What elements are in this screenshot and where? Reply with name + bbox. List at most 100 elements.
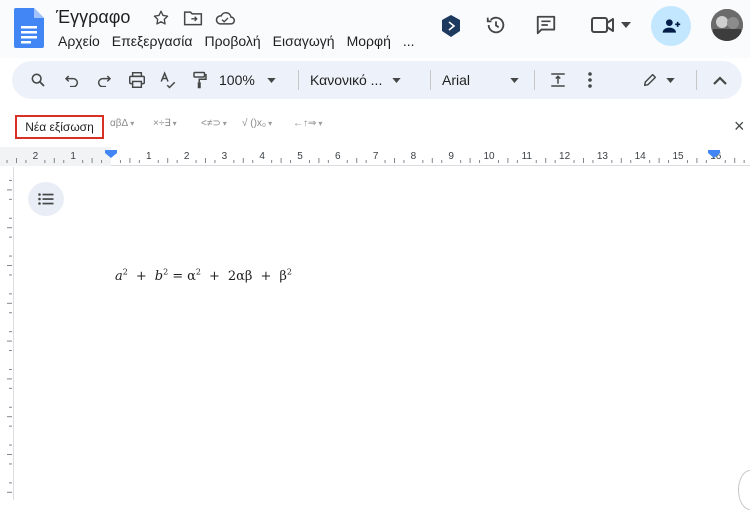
menu-edit[interactable]: Επεξεργασία <box>112 33 193 49</box>
equation-power: β2 <box>279 268 292 285</box>
search-menus-icon[interactable] <box>26 61 50 99</box>
cloud-saved-icon[interactable] <box>214 8 236 28</box>
title-bar: Έγγραφο Αρχείο Επεξεργασία Προβολή Εισαγ… <box>0 0 750 58</box>
ruler-label: 2 <box>33 151 39 162</box>
ruler-label: 8 <box>411 151 417 162</box>
equation-exponent: 2 <box>163 268 169 277</box>
ruler-label: 13 <box>597 151 609 162</box>
ruler-label: 3 <box>222 151 228 162</box>
editing-mode-button[interactable] <box>638 61 678 99</box>
chevron-down-icon <box>510 77 519 83</box>
line-spacing-icon[interactable] <box>546 61 570 99</box>
menu-file[interactable]: Αρχείο <box>58 33 100 49</box>
equation-operator: + <box>260 269 272 285</box>
horizontal-ruler[interactable]: 2112345678910111213141516 <box>0 147 750 166</box>
ruler-label: 1 <box>70 151 76 162</box>
spellcheck-icon[interactable] <box>156 61 180 99</box>
style-value: Κανονικό ... <box>310 72 383 88</box>
extension-icon[interactable] <box>440 14 462 38</box>
equation-operator: + <box>208 269 220 285</box>
equation-term: 2αβ <box>227 269 253 285</box>
ruler-ticks: 2112345678910111213141516 <box>0 147 745 166</box>
document-outline-button[interactable] <box>28 182 64 216</box>
zoom-value: 100% <box>219 72 255 88</box>
ruler-label: 14 <box>635 151 647 162</box>
math-operators-menu[interactable]: √ ()x₀ ▾ <box>242 118 272 129</box>
chevron-down-icon <box>665 77 675 83</box>
share-button[interactable] <box>651 6 691 46</box>
close-equation-toolbar-icon[interactable]: × <box>734 116 745 137</box>
zoom-select[interactable]: 100% <box>219 61 289 99</box>
font-select[interactable]: Arial <box>442 61 522 99</box>
menu-format[interactable]: Μορφή <box>347 33 391 49</box>
docs-logo-icon[interactable] <box>14 8 44 48</box>
print-icon[interactable] <box>125 61 149 99</box>
greek-letters-menu[interactable]: αβΔ ▾ <box>110 118 134 129</box>
ruler-left-margin <box>0 147 111 166</box>
arrows-label: ←↑⇒ <box>293 118 317 129</box>
equation[interactable]: a2 + b2 = α2 +2αβ + β2 <box>113 268 294 284</box>
arrows-menu[interactable]: ←↑⇒ ▾ <box>293 118 322 129</box>
version-history-icon[interactable] <box>484 13 508 37</box>
equation-exponent: 2 <box>195 268 201 277</box>
ruler-label: 15 <box>672 151 684 162</box>
chevron-down-icon: ▾ <box>318 119 323 128</box>
star-icon[interactable] <box>150 8 172 28</box>
document-page[interactable] <box>15 167 750 500</box>
equation-base: β <box>279 269 287 285</box>
chevron-down-icon <box>267 77 276 83</box>
menu-more[interactable]: ... <box>403 33 415 49</box>
comments-icon[interactable] <box>534 13 558 37</box>
menu-insert[interactable]: Εισαγωγή <box>273 33 335 49</box>
ruler-label: 1 <box>146 151 152 162</box>
ruler-label: 9 <box>448 151 454 162</box>
equation-base: a <box>115 269 123 285</box>
ruler-label: 2 <box>184 151 190 162</box>
menu-bar: Αρχείο Επεξεργασία Προβολή Εισαγωγή Μορφ… <box>58 33 415 49</box>
collapse-menus-icon[interactable] <box>708 61 732 99</box>
meet-button[interactable] <box>588 14 634 36</box>
chevron-down-icon: ▾ <box>222 119 227 128</box>
ruler-label: 10 <box>483 151 495 162</box>
menu-view[interactable]: Προβολή <box>204 33 260 49</box>
ruler-label: 12 <box>559 151 571 162</box>
document-title[interactable]: Έγγραφο <box>56 7 130 28</box>
add-person-icon <box>662 19 681 33</box>
more-options-icon[interactable] <box>578 61 602 99</box>
ruler-label: 4 <box>259 151 265 162</box>
equation-power: b2 <box>154 268 169 285</box>
paint-format-icon[interactable] <box>188 61 212 99</box>
style-select[interactable]: Κανονικό ... <box>310 61 420 99</box>
vertical-ruler[interactable] <box>0 167 14 500</box>
ruler-label: 6 <box>335 151 341 162</box>
equation-power: α2 <box>187 268 201 285</box>
main-toolbar: 100% Κανονικό ... Arial <box>12 61 742 99</box>
math-operators-label: √ ()x₀ <box>242 118 267 129</box>
misc-operations-menu[interactable]: ×÷∃ ▾ <box>153 118 177 129</box>
greek-letters-label: αβΔ <box>110 118 129 129</box>
title-icons <box>150 8 236 28</box>
equation-base: α <box>187 269 196 285</box>
equation-operator: + <box>135 269 147 285</box>
pencil-icon <box>643 73 656 87</box>
move-folder-icon[interactable] <box>182 8 204 28</box>
chevron-down-icon <box>392 77 402 83</box>
misc-operations-label: ×÷∃ <box>153 118 171 129</box>
redo-icon[interactable] <box>92 61 116 99</box>
avatar[interactable] <box>711 9 743 41</box>
new-equation-button[interactable]: Νέα εξίσωση <box>15 115 104 139</box>
ruler-label: 7 <box>373 151 379 162</box>
chevron-down-icon: ▾ <box>130 119 135 128</box>
undo-icon[interactable] <box>60 61 84 99</box>
relations-menu[interactable]: <≠⊃ ▾ <box>201 118 227 129</box>
divider <box>430 70 431 90</box>
chevron-down-icon: ▾ <box>172 119 177 128</box>
equation-exponent: 2 <box>286 268 292 277</box>
divider <box>534 70 535 90</box>
font-value: Arial <box>442 72 471 88</box>
list-icon <box>38 193 54 205</box>
chevron-down-icon: ▾ <box>268 119 273 128</box>
equation-base: b <box>154 269 164 285</box>
equation-operator: = <box>172 269 184 285</box>
equation-power: a2 <box>115 268 128 285</box>
